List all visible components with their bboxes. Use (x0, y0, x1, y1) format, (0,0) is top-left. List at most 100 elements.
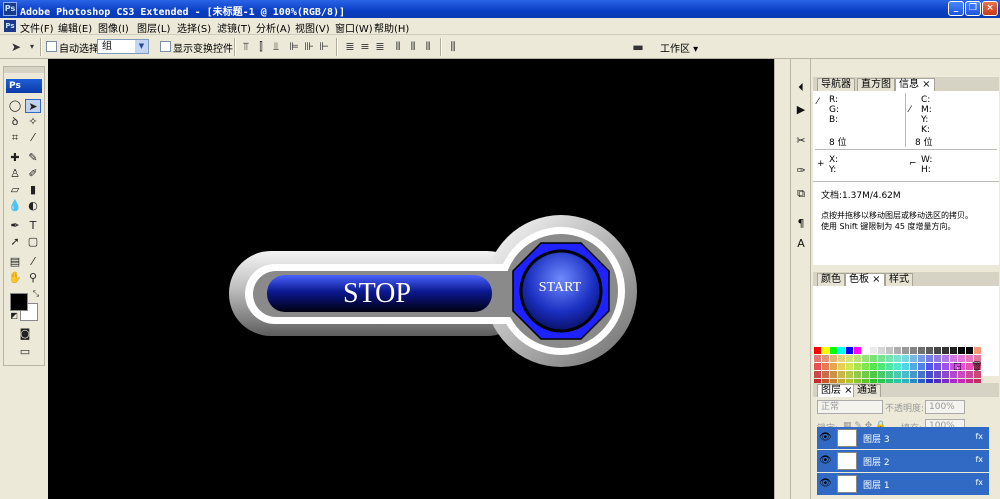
swatch-cell[interactable] (950, 355, 957, 362)
distribute-hcenter-icon[interactable]: ⫴ (407, 41, 419, 53)
menu-analysis[interactable]: 分析(A) (256, 20, 291, 35)
swap-colors-icon[interactable]: ⤡ (28, 287, 44, 301)
swatch-cell[interactable] (878, 363, 885, 370)
swatch-cell[interactable] (934, 355, 941, 362)
delete-swatch-icon[interactable]: 🗑 (971, 362, 982, 372)
move-tool-icon[interactable]: ➤ (25, 99, 41, 113)
swatch-cell[interactable] (918, 347, 925, 354)
workspace-menu[interactable]: 工作区 ▾ (660, 40, 698, 55)
workspace-icon[interactable]: ▬ (632, 41, 644, 53)
swatch-cell[interactable] (870, 347, 877, 354)
default-colors-icon[interactable]: ◩ (6, 309, 22, 323)
document-icon[interactable]: Ps (4, 20, 16, 32)
clone-source-panel-icon[interactable]: ⧉ (794, 187, 808, 201)
clone-stamp-tool-icon[interactable]: ♙ (7, 167, 23, 181)
layer-row[interactable]: 👁 图层 2 fx (817, 450, 989, 472)
swatch-cell[interactable] (838, 355, 845, 362)
swatch-cell[interactable] (958, 347, 965, 354)
swatch-cell[interactable] (902, 363, 909, 370)
show-transform-checkbox[interactable] (160, 41, 171, 52)
swatch-cell[interactable] (910, 363, 917, 370)
tab-styles[interactable]: 样式 (885, 273, 913, 286)
tab-swatches[interactable]: 色板 × (845, 273, 885, 286)
swatch-cell[interactable] (926, 355, 933, 362)
swatch-cell[interactable] (902, 371, 909, 378)
lasso-tool-icon[interactable]: ꝺ (7, 115, 23, 129)
menu-help[interactable]: 帮助(H) (374, 20, 409, 35)
align-left-icon[interactable]: ⊫ (288, 41, 300, 53)
swatch-cell[interactable] (854, 371, 861, 378)
path-selection-tool-icon[interactable]: ➚ (7, 235, 23, 249)
brushes-panel-icon[interactable]: ✑ (794, 164, 808, 178)
dodge-tool-icon[interactable]: ◐ (25, 199, 41, 213)
swatch-cell[interactable] (822, 363, 829, 370)
toolbox-grip[interactable] (4, 67, 44, 73)
swatch-cell[interactable] (862, 363, 869, 370)
eraser-tool-icon[interactable]: ▱ (7, 183, 23, 197)
swatch-cell[interactable] (886, 347, 893, 354)
opacity-input[interactable]: 100% (925, 400, 965, 414)
swatch-cell[interactable] (870, 355, 877, 362)
tab-histogram[interactable]: 直方图 (857, 78, 895, 91)
paragraph-panel-icon[interactable]: ¶ (794, 217, 808, 231)
distribute-left-icon[interactable]: ⫴ (392, 41, 404, 53)
swatch-cell[interactable] (814, 363, 821, 370)
swatch-cell[interactable] (830, 355, 837, 362)
tab-info[interactable]: 信息 × (895, 78, 935, 91)
swatch-cell[interactable] (846, 363, 853, 370)
swatch-cell[interactable] (854, 347, 861, 354)
swatch-cell[interactable] (926, 347, 933, 354)
swatch-cell[interactable] (878, 347, 885, 354)
swatch-cell[interactable] (862, 371, 869, 378)
swatch-cell[interactable] (894, 371, 901, 378)
swatch-cell[interactable] (942, 363, 949, 370)
close-button[interactable]: × (982, 1, 998, 16)
swatch-cell[interactable] (814, 371, 821, 378)
swatch-cell[interactable] (886, 371, 893, 378)
swatch-cell[interactable] (878, 355, 885, 362)
distribute-top-icon[interactable]: ≣ (344, 41, 356, 53)
swatch-cell[interactable] (942, 347, 949, 354)
restore-button[interactable]: ❐ (965, 1, 981, 16)
hand-tool-icon[interactable]: ✋ (7, 271, 23, 285)
swatch-cell[interactable] (894, 363, 901, 370)
swatch-cell[interactable] (942, 371, 949, 378)
layer-fx-badge[interactable]: fx (975, 432, 983, 441)
swatch-cell[interactable] (822, 347, 829, 354)
history-brush-tool-icon[interactable]: ✐ (25, 167, 41, 181)
layer-fx-badge[interactable]: fx (975, 478, 983, 487)
swatch-cell[interactable] (822, 371, 829, 378)
tab-navigator[interactable]: 导航器 (817, 78, 855, 91)
swatch-cell[interactable] (870, 371, 877, 378)
new-swatch-icon[interactable]: ◳ (953, 362, 962, 372)
menu-image[interactable]: 图像(I) (98, 20, 129, 35)
visibility-eye-icon[interactable]: 👁 (819, 478, 832, 489)
swatch-cell[interactable] (830, 363, 837, 370)
document-canvas[interactable]: STOP START (48, 59, 774, 499)
swatch-cell[interactable] (934, 363, 941, 370)
swatch-cell[interactable] (966, 371, 973, 378)
swatch-cell[interactable] (974, 347, 981, 354)
swatch-cell[interactable] (926, 371, 933, 378)
quick-mask-icon[interactable]: ◙ (16, 327, 34, 341)
tool-preset-arrow-icon[interactable]: ▾ (26, 41, 38, 53)
swatch-cell[interactable] (974, 371, 981, 378)
swatch-cell[interactable] (854, 363, 861, 370)
history-panel-icon[interactable]: ⏴ (794, 81, 808, 95)
swatch-cell[interactable] (838, 371, 845, 378)
tab-layers[interactable]: 图层 × (817, 384, 857, 397)
swatch-cell[interactable] (886, 355, 893, 362)
swatch-cell[interactable] (918, 371, 925, 378)
swatch-cell[interactable] (934, 347, 941, 354)
menu-view[interactable]: 视图(V) (295, 20, 330, 35)
swatch-cell[interactable] (894, 347, 901, 354)
pen-tool-icon[interactable]: ✒ (7, 219, 23, 233)
swatch-cell[interactable] (950, 347, 957, 354)
swatch-cell[interactable] (854, 355, 861, 362)
swatch-cell[interactable] (814, 347, 821, 354)
visibility-eye-icon[interactable]: 👁 (819, 455, 832, 466)
menu-window[interactable]: 窗口(W) (335, 20, 373, 35)
align-bottom-icon[interactable]: ⫫ (270, 41, 282, 53)
crop-tool-icon[interactable]: ⌗ (7, 131, 23, 145)
menu-filter[interactable]: 滤镜(T) (217, 20, 251, 35)
